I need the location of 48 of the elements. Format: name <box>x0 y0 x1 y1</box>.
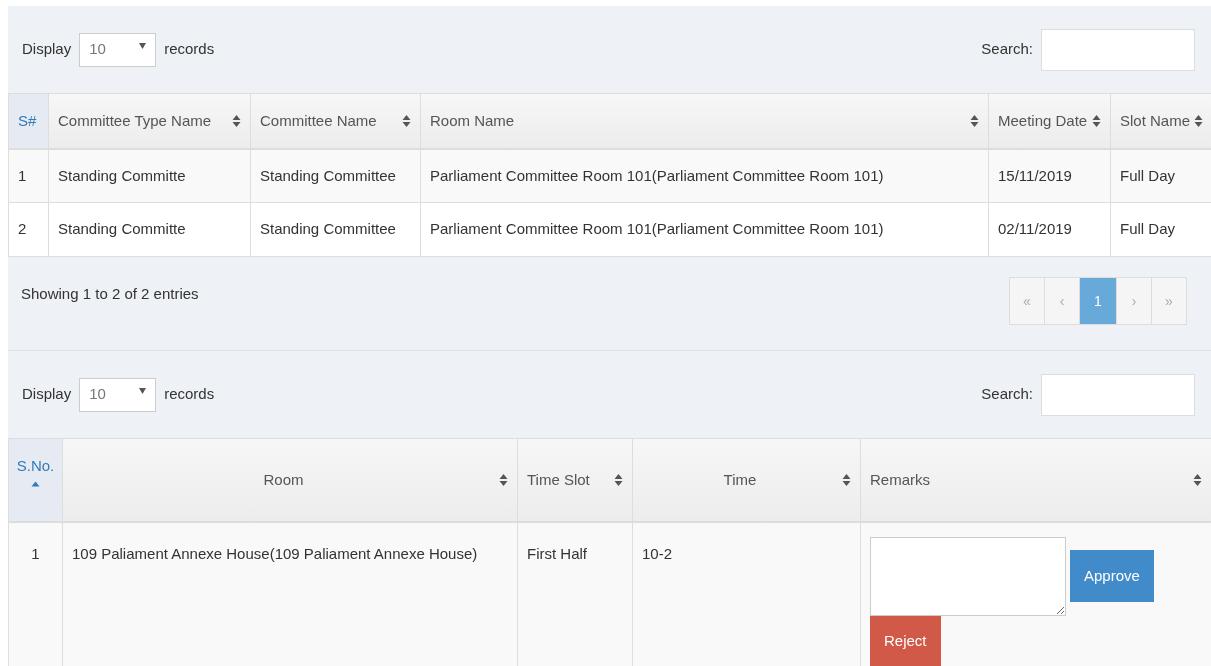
sort-icon <box>1194 113 1204 128</box>
sort-ascending-icon <box>31 481 40 487</box>
table-cell: Standing Committe <box>58 220 186 238</box>
records-label: records <box>164 39 215 60</box>
table-cell: 02/11/2019 <box>998 220 1072 238</box>
table-cell: Full Day <box>1120 220 1175 238</box>
records-dropdown[interactable]: 10 <box>79 32 157 67</box>
reject-button[interactable]: Reject <box>870 615 941 666</box>
records-label: records <box>164 384 215 405</box>
table-cell: Parliament Committee Room 101(Parliament Committee Room 101) <box>430 166 884 184</box>
table-cell: Parliament Committee Room 101(Parliament Committee Room 101) <box>430 220 884 238</box>
search-label: Search: <box>981 384 1033 405</box>
sort-icon <box>402 113 411 128</box>
search-label: Search: <box>981 39 1033 60</box>
table-cell: 1 <box>31 544 40 562</box>
sort-icon <box>232 113 241 128</box>
table-cell: 15/11/2019 <box>998 166 1072 184</box>
table-cell: 109 Paliament Annexe House(109 Paliament Annexe House) <box>72 544 478 562</box>
table-cell: 10-2 <box>642 544 673 562</box>
sort-icon <box>842 472 851 487</box>
table-cell: Standing Committee <box>260 220 396 238</box>
records-dropdown[interactable]: 10 <box>79 377 157 412</box>
table-cell: 1 <box>18 166 27 184</box>
column-header[interactable]: S.No. <box>16 454 55 477</box>
column-header[interactable]: Remarks <box>870 468 930 491</box>
display-label: Display <box>22 384 72 405</box>
caret-icon <box>139 387 147 394</box>
page-button[interactable]: 1 <box>1079 277 1117 325</box>
sort-icon <box>499 472 508 487</box>
column-header[interactable]: Room Name <box>430 109 515 132</box>
search-field[interactable] <box>1041 373 1195 416</box>
caret-icon <box>139 42 147 49</box>
table-cell: Full Day <box>1120 166 1175 184</box>
approve-button[interactable]: Approve <box>1070 550 1154 602</box>
table-cell: Standing Committe <box>58 166 186 184</box>
remarks-field[interactable] <box>870 536 1066 616</box>
sort-icon <box>614 472 623 487</box>
sort-icon <box>1193 472 1202 487</box>
sort-icon <box>1092 113 1101 128</box>
display-label: Display <box>22 39 72 60</box>
search-field[interactable] <box>1041 28 1195 71</box>
column-header[interactable]: Time Slot <box>527 468 590 491</box>
table-cell: Standing Committee <box>260 166 396 184</box>
sort-icon <box>970 113 979 128</box>
entries-info: Showing 1 to 2 of 2 entries <box>21 284 199 304</box>
table-cell: 2 <box>18 220 27 238</box>
column-header[interactable]: S# <box>18 109 37 132</box>
table-cell: First Half <box>527 544 587 562</box>
